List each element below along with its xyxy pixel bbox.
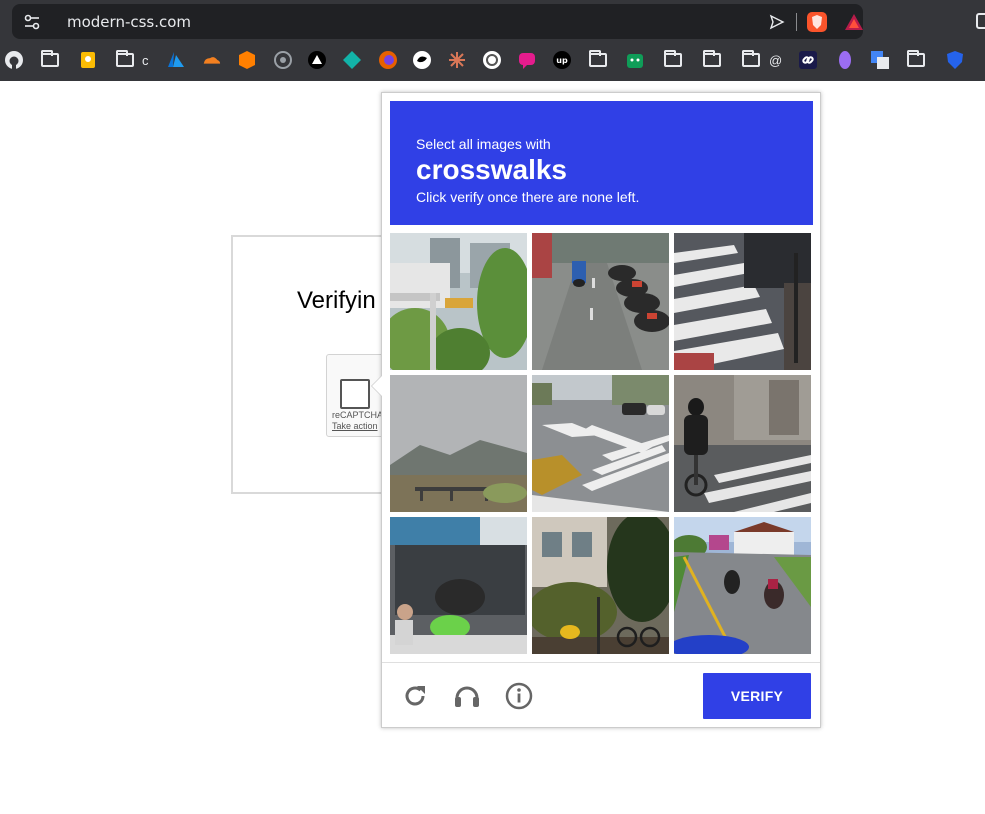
firefox-icon[interactable] <box>378 50 398 70</box>
challenge-banner: Select all images with crosswalks Click … <box>390 101 813 225</box>
separator <box>796 13 797 31</box>
gem-icon[interactable] <box>835 50 855 70</box>
github-icon[interactable] <box>4 50 24 70</box>
recaptcha-brand: reCAPTCHA <box>332 410 384 420</box>
image-tile[interactable] <box>674 233 811 370</box>
svg-text:up: up <box>556 56 568 65</box>
footer-divider <box>382 662 820 663</box>
send-icon[interactable] <box>769 14 785 30</box>
image-tile[interactable] <box>390 375 527 512</box>
bookmark-label[interactable]: @ <box>769 53 782 68</box>
diamond-icon[interactable] <box>342 50 362 70</box>
recaptcha-action-link[interactable]: Take action <box>332 421 378 431</box>
keep-icon[interactable] <box>78 50 98 70</box>
brave-shields-icon[interactable] <box>807 12 827 32</box>
translate-icon[interactable] <box>870 50 890 70</box>
bookmarks-bar: c up @ <box>0 46 985 74</box>
image-grid <box>390 233 813 655</box>
address-bar[interactable]: modern-css.com <box>12 4 863 39</box>
verify-button[interactable]: VERIFY <box>703 673 811 719</box>
challenge-instruction: Select all images with <box>416 136 551 152</box>
link-icon[interactable] <box>798 50 818 70</box>
folder-icon[interactable] <box>702 50 722 70</box>
audio-challenge-icon[interactable] <box>452 681 482 711</box>
image-tile[interactable] <box>532 375 669 512</box>
extension-icon[interactable] <box>976 13 985 29</box>
folder-icon[interactable] <box>741 50 761 70</box>
folder-icon[interactable] <box>40 50 60 70</box>
folder-icon[interactable] <box>663 50 683 70</box>
brave-rewards-icon[interactable] <box>844 13 864 31</box>
vercel-icon[interactable] <box>307 50 327 70</box>
recaptcha-checkbox[interactable] <box>340 379 370 409</box>
folder-icon[interactable] <box>115 50 135 70</box>
image-tile[interactable] <box>532 233 669 370</box>
image-tile[interactable] <box>390 233 527 370</box>
page-title: Verifyin <box>297 287 376 314</box>
upwork-icon[interactable]: up <box>552 50 572 70</box>
image-tile[interactable] <box>532 517 669 654</box>
chromium-icon[interactable] <box>273 50 293 70</box>
claude-icon[interactable] <box>447 50 467 70</box>
reload-icon[interactable] <box>400 681 430 711</box>
folder-icon[interactable] <box>906 50 926 70</box>
verification-panel: Verifyin reCAPTCHA Take action <box>231 235 396 494</box>
bookmark-label[interactable]: c <box>142 53 149 68</box>
image-tile[interactable] <box>390 517 527 654</box>
folder-icon[interactable] <box>588 50 608 70</box>
challenge-note: Click verify once there are none left. <box>416 189 640 205</box>
challenge-target: crosswalks <box>416 154 567 185</box>
android-icon[interactable] <box>625 50 645 70</box>
popup-arrow-inner <box>372 376 382 396</box>
browser-chrome: modern-css.com c up @ <box>0 0 985 81</box>
captcha-challenge: Select all images with crosswalks Click … <box>371 92 821 728</box>
chat-icon[interactable] <box>517 50 537 70</box>
cloudflare-icon[interactable] <box>201 50 221 70</box>
azure-icon[interactable] <box>166 50 186 70</box>
image-tile[interactable] <box>674 517 811 654</box>
image-tile[interactable] <box>674 375 811 512</box>
url-text[interactable]: modern-css.com <box>67 13 191 31</box>
package-icon[interactable] <box>237 50 257 70</box>
site-settings-icon[interactable] <box>24 14 40 30</box>
info-icon[interactable] <box>504 681 534 711</box>
edge-icon[interactable] <box>412 50 432 70</box>
shield-icon[interactable] <box>945 50 965 70</box>
openai-icon[interactable] <box>482 50 502 70</box>
